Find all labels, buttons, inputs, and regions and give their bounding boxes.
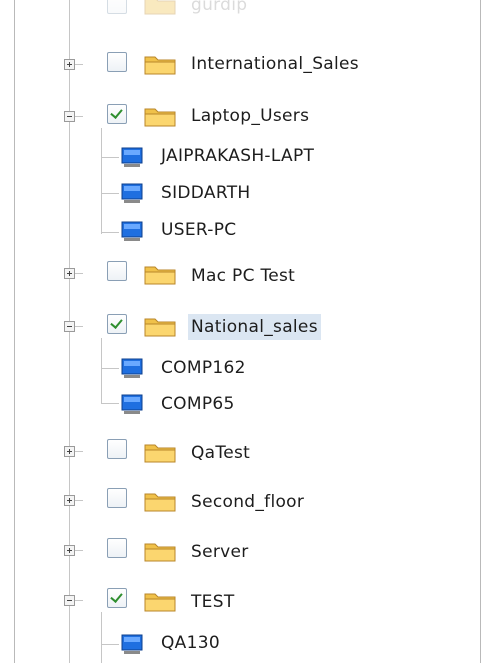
folder-icon [144, 444, 176, 463]
folder-icon [144, 318, 176, 337]
tree-node-label[interactable]: Second_floor [191, 489, 304, 515]
tree-node-label-selected[interactable]: National_sales [188, 314, 321, 340]
folder-icon [144, 56, 176, 75]
computer-label[interactable]: JAIPRAKASH-LAPT [161, 143, 314, 169]
folder-icon [144, 108, 176, 127]
computer-icon [121, 183, 143, 203]
computer-label[interactable]: USER-PC [161, 217, 236, 243]
tree-node-label[interactable]: QaTest [191, 440, 250, 466]
collapse-toggle[interactable] [64, 111, 75, 122]
collapse-toggle[interactable] [64, 321, 75, 332]
folder-icon [144, 593, 176, 612]
checkbox[interactable] [107, 538, 127, 558]
computer-label[interactable]: COMP65 [161, 391, 235, 417]
tree-node-label: gurdip [191, 0, 248, 15]
expand-toggle[interactable] [64, 268, 75, 279]
computer-label[interactable]: SIDDARTH [161, 180, 250, 206]
tree-node-label[interactable]: Mac PC Test [191, 263, 295, 289]
folder-icon [144, 543, 176, 562]
tree-node-label[interactable]: TEST [191, 589, 235, 615]
checkbox[interactable] [107, 488, 127, 508]
computer-icon [121, 147, 143, 167]
expand-toggle[interactable] [64, 495, 75, 506]
computer-label[interactable]: COMP162 [161, 355, 246, 381]
checkbox[interactable] [107, 0, 127, 14]
expand-toggle[interactable] [64, 545, 75, 556]
folder-icon [144, 493, 176, 512]
computer-label[interactable]: QA130 [161, 630, 220, 656]
expand-toggle[interactable] [64, 59, 75, 70]
collapse-toggle[interactable] [64, 595, 75, 606]
checkbox[interactable] [107, 439, 127, 459]
checkbox-checked[interactable] [107, 314, 127, 334]
computer-icon [121, 394, 143, 414]
folder-icon [144, 0, 176, 15]
checkbox[interactable] [107, 261, 127, 281]
checkbox[interactable] [107, 52, 127, 72]
computer-icon [121, 358, 143, 378]
expand-toggle[interactable] [64, 446, 75, 457]
checkbox-checked[interactable] [107, 104, 127, 124]
tree-node-label[interactable]: International_Sales [191, 51, 359, 77]
tree-node-label[interactable]: Server [191, 539, 249, 565]
computer-icon [121, 634, 143, 654]
tree-panel: gurdip International_Sales Laptop_Users … [14, 0, 481, 663]
computer-icon [121, 221, 143, 241]
checkbox-checked[interactable] [107, 588, 127, 608]
folder-icon [144, 266, 176, 285]
tree-node-label[interactable]: Laptop_Users [191, 103, 309, 129]
